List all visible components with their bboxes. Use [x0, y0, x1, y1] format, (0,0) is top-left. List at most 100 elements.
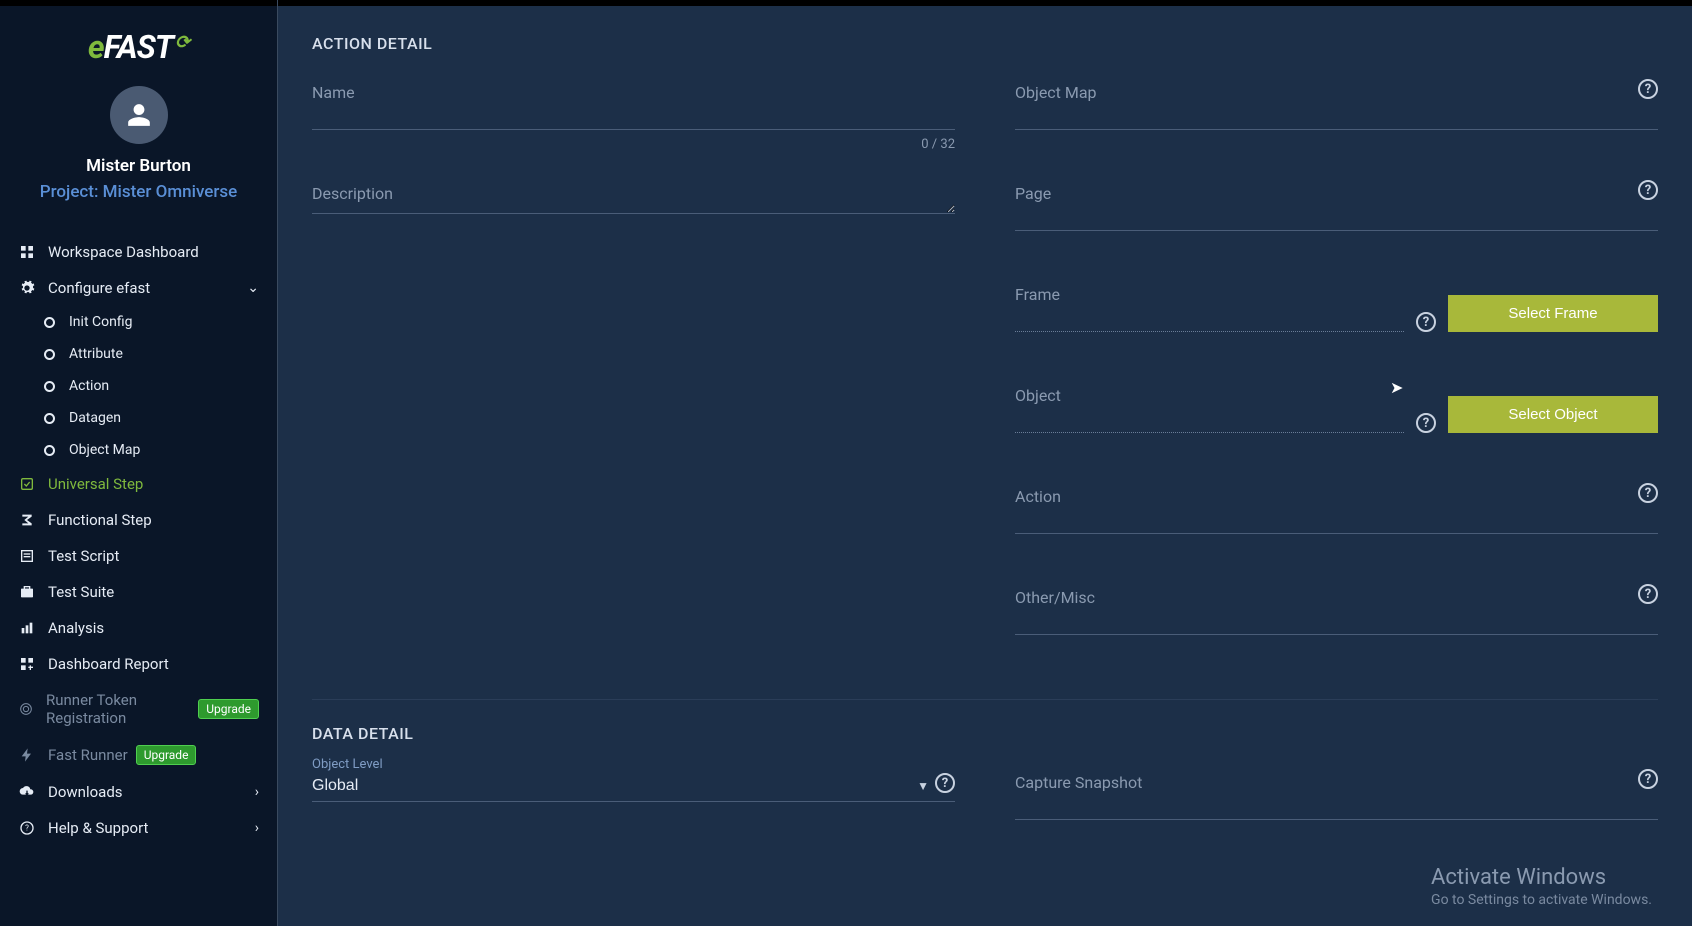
- script-icon: [18, 547, 36, 565]
- object-input[interactable]: [1015, 386, 1404, 433]
- help-icon[interactable]: ?: [1416, 413, 1436, 433]
- action-input[interactable]: [1015, 487, 1658, 534]
- circle-icon: [44, 381, 55, 392]
- help-icon: ?: [18, 819, 36, 837]
- help-icon[interactable]: ?: [1638, 483, 1658, 503]
- sidebar-item-label: Object Map: [69, 442, 140, 458]
- sidebar-item-help[interactable]: ? Help & Support ›: [0, 810, 277, 846]
- sidebar-item-test-script[interactable]: Test Script: [0, 538, 277, 574]
- sidebar-item-label: Test Script: [48, 547, 119, 565]
- bolt-icon: [18, 746, 36, 764]
- capture-snapshot-input[interactable]: [1015, 773, 1658, 820]
- sidebar-item-runner-token[interactable]: Runner Token Registration Upgrade: [0, 682, 277, 736]
- sidebar-item-label: Attribute: [69, 346, 123, 362]
- sidebar-item-label: Analysis: [48, 619, 104, 637]
- help-icon[interactable]: ?: [1638, 769, 1658, 789]
- action-detail-form: Name 0 / 32 Description Object Map: [312, 83, 1658, 689]
- sidebar-item-label: Fast Runner: [48, 746, 128, 764]
- logo-fast: FAST: [104, 28, 173, 66]
- watermark-title: Activate Windows: [1431, 865, 1652, 890]
- project-name: Project: Mister Omniverse: [0, 182, 277, 220]
- other-misc-input[interactable]: [1015, 588, 1658, 635]
- chevron-right-icon: ›: [255, 820, 259, 836]
- sidebar-sub-action[interactable]: Action: [0, 370, 277, 402]
- field-object: Object ? Select Object: [1015, 386, 1658, 433]
- help-icon[interactable]: ?: [1416, 312, 1436, 332]
- sidebar-sub-init-config[interactable]: Init Config: [0, 306, 277, 338]
- sidebar-item-label: Downloads: [48, 783, 123, 801]
- frame-input[interactable]: [1015, 285, 1404, 332]
- cloud-download-icon: [18, 783, 36, 801]
- circle-icon: [44, 349, 55, 360]
- sidebar-item-workspace[interactable]: Workspace Dashboard: [0, 234, 277, 270]
- help-icon[interactable]: ?: [1638, 180, 1658, 200]
- sidebar-item-label: Test Suite: [48, 583, 114, 601]
- sidebar-item-analysis[interactable]: Analysis: [0, 610, 277, 646]
- logo-area: eFAST⟳: [0, 6, 277, 76]
- upgrade-badge[interactable]: Upgrade: [198, 699, 259, 719]
- sidebar-item-label: Functional Step: [48, 511, 152, 529]
- sidebar-item-configure[interactable]: Configure efast ⌄: [0, 270, 277, 306]
- sidebar-item-label: Workspace Dashboard: [48, 243, 199, 261]
- help-icon[interactable]: ?: [935, 773, 955, 793]
- field-object-level: Object Level ▼ ?: [312, 773, 955, 820]
- field-frame: Frame ? Select Frame: [1015, 285, 1658, 332]
- main-content: ACTION DETAIL Name 0 / 32 Description: [278, 0, 1692, 926]
- sigma-icon: [18, 511, 36, 529]
- sidebar-item-label: Dashboard Report: [48, 655, 169, 673]
- svg-text:?: ?: [25, 824, 29, 833]
- sidebar-item-dashboard-report[interactable]: Dashboard Report: [0, 646, 277, 682]
- username: Mister Burton: [0, 156, 277, 176]
- circle-icon: [44, 445, 55, 456]
- name-counter: 0 / 32: [921, 137, 955, 152]
- object-level-select[interactable]: [312, 773, 955, 802]
- sidebar: eFAST⟳ Mister Burton Project: Mister Omn…: [0, 0, 278, 926]
- select-object-button[interactable]: Select Object: [1448, 396, 1658, 433]
- sidebar-item-fast-runner[interactable]: Fast Runner Upgrade: [0, 736, 277, 774]
- name-input[interactable]: [312, 83, 955, 130]
- chart-icon: [18, 619, 36, 637]
- watermark-subtitle: Go to Settings to activate Windows.: [1431, 892, 1652, 908]
- sidebar-sub-attribute[interactable]: Attribute: [0, 338, 277, 370]
- field-object-map: Object Map ?: [1015, 83, 1658, 130]
- field-name: Name 0 / 32: [312, 83, 955, 130]
- sidebar-item-downloads[interactable]: Downloads ›: [0, 774, 277, 810]
- help-icon[interactable]: ?: [1638, 584, 1658, 604]
- chevron-down-icon: ⌄: [247, 280, 259, 296]
- circle-icon: [44, 413, 55, 424]
- help-icon[interactable]: ?: [1638, 79, 1658, 99]
- description-input[interactable]: [312, 184, 955, 214]
- avatar[interactable]: [110, 86, 168, 144]
- suitecase-icon: [18, 583, 36, 601]
- dashboard-icon: [18, 243, 36, 261]
- upgrade-badge[interactable]: Upgrade: [136, 745, 197, 765]
- sidebar-item-label: Action: [69, 378, 109, 394]
- nav: Workspace Dashboard Configure efast ⌄ In…: [0, 226, 277, 854]
- page-input[interactable]: [1015, 184, 1658, 231]
- data-detail-row: Object Level ▼ ? Capture Snapshot ?: [312, 773, 1658, 874]
- mouse-cursor-icon: ➤: [1390, 378, 1403, 397]
- section-title-action-detail: ACTION DETAIL: [312, 34, 1658, 53]
- object-map-input[interactable]: [1015, 83, 1658, 130]
- sidebar-item-universal-step[interactable]: Universal Step: [0, 466, 277, 502]
- field-action: Action ?: [1015, 487, 1658, 534]
- gear-icon: [18, 279, 36, 297]
- chevron-right-icon: ›: [255, 784, 259, 800]
- select-frame-button[interactable]: Select Frame: [1448, 295, 1658, 332]
- section-title-data-detail: DATA DETAIL: [312, 724, 1658, 743]
- windows-activation-watermark: Activate Windows Go to Settings to activ…: [1431, 865, 1652, 908]
- person-icon: [126, 102, 152, 128]
- sidebar-item-label: Help & Support: [48, 819, 148, 837]
- sidebar-sub-datagen[interactable]: Datagen: [0, 402, 277, 434]
- section-divider: [312, 699, 1658, 700]
- field-page: Page ?: [1015, 184, 1658, 231]
- sidebar-item-label: Universal Step: [48, 475, 143, 493]
- fingerprint-icon: [18, 700, 34, 718]
- sidebar-sub-object-map[interactable]: Object Map: [0, 434, 277, 466]
- circle-icon: [44, 317, 55, 328]
- sidebar-item-functional-step[interactable]: Functional Step: [0, 502, 277, 538]
- step-icon: [18, 475, 36, 493]
- logo-e: e: [88, 28, 104, 66]
- report-icon: [18, 655, 36, 673]
- sidebar-item-test-suite[interactable]: Test Suite: [0, 574, 277, 610]
